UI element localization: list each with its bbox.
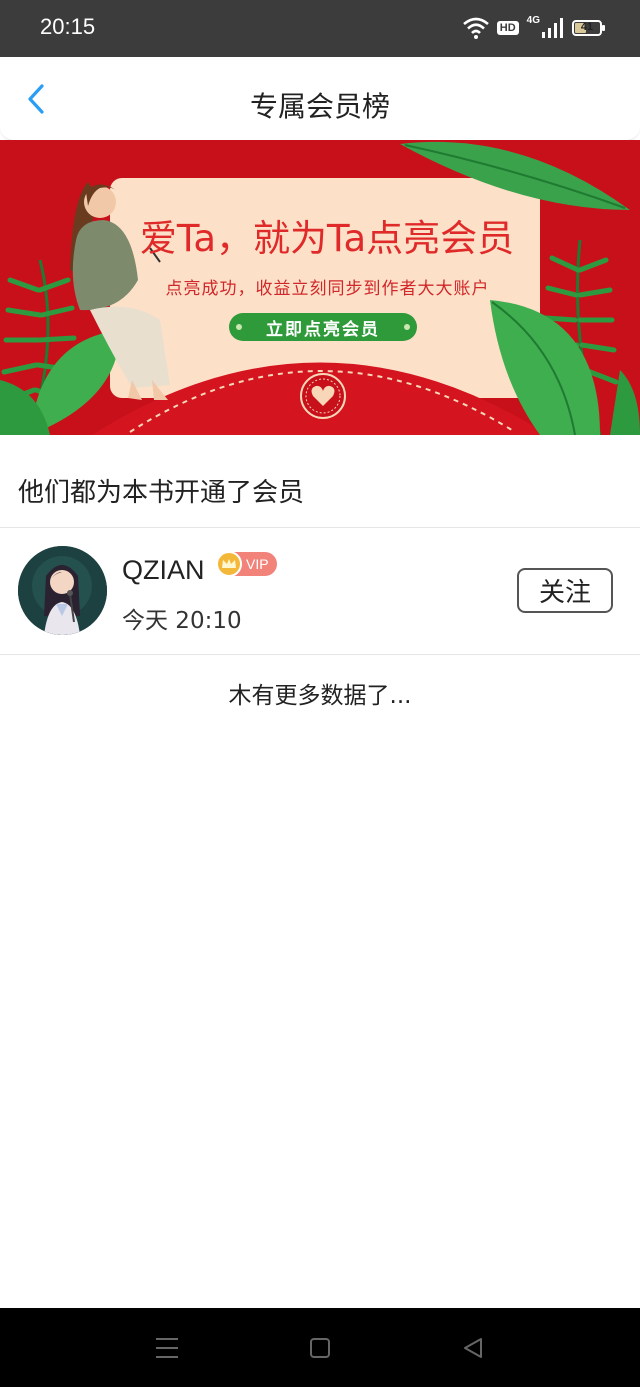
member-time: 今天 20:10 <box>122 608 242 634</box>
banner-cta-button[interactable]: 立即点亮会员 <box>229 313 417 341</box>
divider <box>0 654 640 655</box>
menu-button[interactable] <box>147 1330 187 1366</box>
top-nav-bar: 专属会员榜 <box>0 57 640 141</box>
battery-icon: 41 <box>572 20 605 36</box>
vip-badge: VIP <box>216 551 277 577</box>
avatar-image <box>18 546 107 635</box>
menu-icon <box>156 1338 178 1358</box>
home-button[interactable] <box>300 1330 340 1366</box>
banner-headline: 爱Ta，就为Ta点亮会员 <box>139 217 515 260</box>
crown-icon <box>216 551 242 577</box>
no-more-data-text: 木有更多数据了... <box>228 683 412 709</box>
member-name: QZIAN <box>122 555 205 585</box>
member-row[interactable]: QZIAN VIP 今天 20:10 关注 <box>0 529 640 654</box>
status-icons: HD 4G 41 <box>462 14 605 42</box>
home-icon <box>310 1338 330 1358</box>
vip-promo-banner[interactable]: 爱Ta，就为Ta点亮会员 点亮成功，收益立刻同步到作者大大账户 立即点亮会员 <box>0 140 640 436</box>
cta-dot-right <box>404 324 410 330</box>
divider <box>0 527 640 528</box>
cta-label: 立即点亮会员 <box>266 319 380 340</box>
status-time: 20:15 <box>40 14 96 39</box>
back-triangle-icon <box>464 1338 482 1358</box>
follow-button[interactable]: 关注 <box>517 568 613 613</box>
wifi-icon <box>462 17 489 39</box>
battery-level: 41 <box>580 21 594 33</box>
page-title: 专属会员榜 <box>249 90 390 123</box>
network-type-label: 4G <box>526 15 540 26</box>
avatar[interactable] <box>18 546 107 635</box>
banner-subline: 点亮成功，收益立刻同步到作者大大账户 <box>165 279 490 299</box>
section-title: 他们都为本书开通了会员 <box>18 478 305 508</box>
back-system-button[interactable] <box>453 1330 493 1366</box>
cta-dot-left <box>236 324 242 330</box>
signal-icon <box>542 18 563 38</box>
hd-icon: HD <box>496 21 519 35</box>
system-nav-bar <box>0 1308 640 1387</box>
status-bar: 20:15 HD 4G 41 <box>0 0 640 57</box>
